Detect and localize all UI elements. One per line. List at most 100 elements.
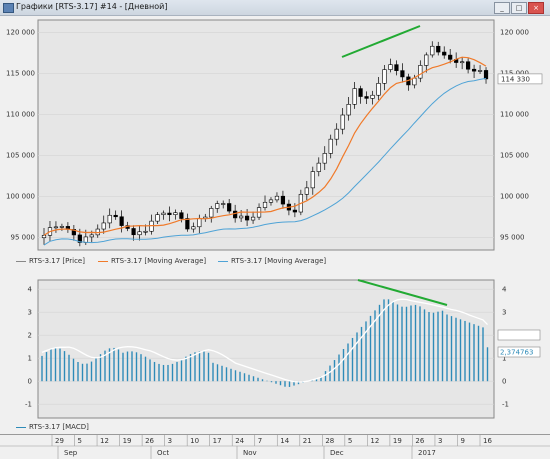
price-y-tick-right: 95 000 bbox=[500, 234, 525, 242]
macd-y-tick-left: 0 bbox=[28, 378, 32, 386]
price-y-tick-left: 105 000 bbox=[6, 152, 35, 160]
price-candle bbox=[424, 54, 429, 66]
price-y-tick-right: 105 000 bbox=[500, 152, 529, 160]
price-candle bbox=[250, 216, 256, 221]
price-candle bbox=[131, 228, 136, 236]
price-y-tick-left: 100 000 bbox=[6, 193, 35, 201]
price-candle bbox=[101, 222, 106, 230]
price-y-tick-right: 100 000 bbox=[500, 193, 529, 201]
price-candle bbox=[328, 138, 333, 154]
price-candle bbox=[137, 231, 142, 236]
macd-y-tick-right: 3 bbox=[502, 309, 506, 317]
time-axis-month-label: Oct bbox=[157, 449, 169, 457]
price-candle bbox=[215, 203, 220, 209]
price-candle bbox=[340, 114, 345, 130]
time-axis-ticks: 29 5 12 19 26 3 10 17 24 7 14 21 28 5 12 19 26 3 9 16 Sep Oct… bbox=[0, 435, 550, 459]
time-axis-day-label: 5 bbox=[78, 437, 82, 445]
price-candle bbox=[239, 215, 244, 219]
price-candle bbox=[430, 45, 435, 56]
time-axis-day-label: 3 bbox=[168, 437, 172, 445]
price-candle bbox=[173, 212, 178, 215]
price-candle bbox=[358, 88, 363, 97]
price-y-tick-right: 110 000 bbox=[500, 110, 529, 118]
time-axis-day-label: 29 bbox=[55, 437, 64, 445]
price-candle bbox=[89, 234, 94, 238]
price-candle bbox=[436, 45, 441, 53]
price-y-tick-left: 110 000 bbox=[6, 110, 35, 118]
macd-y-tick-right: 0 bbox=[502, 378, 506, 386]
time-axis-day-label: 9 bbox=[460, 437, 464, 445]
price-candle bbox=[185, 218, 190, 230]
price-y-tick-left: 120 000 bbox=[6, 28, 35, 36]
price-candle bbox=[442, 51, 447, 56]
legend-label-ma-slow: RTS-3.17 [Moving Average] bbox=[231, 257, 327, 265]
time-axis[interactable]: 29 5 12 19 26 3 10 17 24 7 14 21 28 5 12 19 26 3 9 16 Sep Oct… bbox=[0, 434, 550, 459]
price-legend: RTS-3.17 [Price] RTS-3.17 [Moving Averag… bbox=[0, 255, 550, 267]
price-candle bbox=[179, 212, 184, 219]
time-axis-day-label: 14 bbox=[280, 437, 289, 445]
price-candle bbox=[233, 210, 238, 219]
time-axis-day-label: 21 bbox=[303, 437, 312, 445]
time-axis-day-label: 10 bbox=[190, 437, 199, 445]
price-candle bbox=[352, 88, 357, 105]
price-y-tick-left: 115 000 bbox=[6, 69, 35, 77]
legend-swatch-macd bbox=[16, 426, 26, 428]
price-candle bbox=[191, 226, 196, 230]
macd-y-tick-right: -1 bbox=[502, 401, 509, 409]
legend-swatch-price bbox=[16, 260, 26, 262]
legend-item-ma-fast[interactable]: RTS-3.17 [Moving Average] bbox=[98, 257, 206, 265]
time-axis-day-label: 12 bbox=[100, 437, 109, 445]
legend-item-macd[interactable]: RTS-3.17 [MACD] bbox=[16, 423, 89, 431]
price-candle bbox=[346, 103, 351, 116]
price-candle bbox=[227, 203, 232, 212]
macd-y-tick-right: 4 bbox=[502, 286, 507, 294]
price-chart[interactable]: 120 000 120 000115 000 115 000110 000 110 0… bbox=[0, 0, 550, 255]
price-candle bbox=[322, 153, 327, 164]
price-candle bbox=[280, 195, 286, 205]
macd-y-tick-left: -1 bbox=[25, 401, 32, 409]
price-candle bbox=[155, 214, 160, 222]
price-y-tick-left: 95 000 bbox=[11, 234, 36, 242]
price-candle bbox=[316, 162, 321, 172]
time-axis-day-label: 28 bbox=[325, 437, 334, 445]
price-candle bbox=[274, 195, 280, 201]
time-axis-day-label: 19 bbox=[123, 437, 132, 445]
price-candle bbox=[364, 96, 369, 99]
price-candle bbox=[376, 82, 381, 96]
price-candle bbox=[370, 94, 375, 99]
price-candle bbox=[483, 70, 489, 80]
macd-legend: RTS-3.17 [MACD] bbox=[0, 421, 550, 433]
price-candle bbox=[471, 68, 477, 72]
price-candle bbox=[400, 70, 405, 78]
price-candle bbox=[418, 65, 423, 79]
macd-y-tick-left: 2 bbox=[28, 332, 32, 340]
legend-item-price[interactable]: RTS-3.17 [Price] bbox=[16, 257, 85, 265]
price-candle bbox=[161, 212, 166, 215]
time-axis-day-label: 24 bbox=[235, 437, 244, 445]
macd-chart[interactable]: 4433221100-1-12,374763 bbox=[0, 268, 550, 428]
price-candle bbox=[197, 218, 202, 228]
price-candle bbox=[310, 171, 315, 189]
price-candle bbox=[304, 187, 309, 195]
macd-y-tick-left: 4 bbox=[28, 286, 33, 294]
price-candle bbox=[83, 236, 88, 243]
time-axis-day-label: 17 bbox=[213, 437, 222, 445]
price-candle bbox=[460, 61, 465, 64]
price-candle bbox=[334, 128, 339, 140]
time-axis-month-label: Nov bbox=[243, 449, 257, 457]
macd-y-tick-left: 1 bbox=[28, 355, 32, 363]
price-candle bbox=[143, 230, 148, 233]
price-y-tick-right: 120 000 bbox=[500, 28, 529, 36]
time-axis-day-label: 19 bbox=[393, 437, 402, 445]
price-candle bbox=[113, 214, 118, 218]
macd-y-tick-left: 3 bbox=[28, 309, 32, 317]
price-candle bbox=[119, 216, 124, 226]
price-candle bbox=[209, 208, 214, 218]
time-axis-day-label: 3 bbox=[438, 437, 442, 445]
price-candle bbox=[167, 212, 172, 215]
price-candle bbox=[268, 199, 274, 203]
price-candle bbox=[412, 77, 417, 86]
price-candle bbox=[448, 54, 453, 60]
macd-plot-area bbox=[37, 279, 495, 419]
legend-item-ma-slow[interactable]: RTS-3.17 [Moving Average] bbox=[218, 257, 326, 265]
